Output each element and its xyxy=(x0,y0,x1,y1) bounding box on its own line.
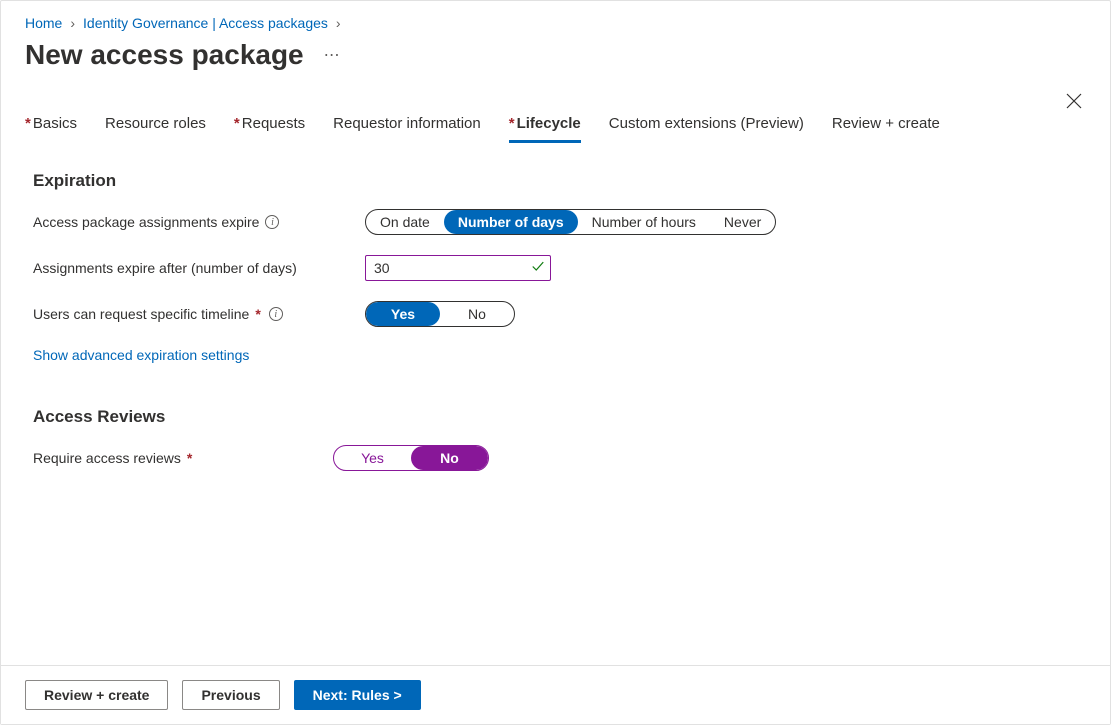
section-access-reviews-heading: Access Reviews xyxy=(33,407,1086,427)
tab-review-create[interactable]: Review + create xyxy=(832,115,940,143)
tab-label: Requests xyxy=(242,115,305,132)
review-create-button[interactable]: Review + create xyxy=(25,680,168,710)
label-text: Assignments expire after (number of days… xyxy=(33,260,297,276)
require-reviews-toggle: Yes No xyxy=(333,445,489,471)
field-label: Users can request specific timeline * i xyxy=(33,306,365,322)
previous-button[interactable]: Previous xyxy=(182,680,279,710)
tab-basics[interactable]: *Basics xyxy=(25,115,77,143)
option-no[interactable]: No xyxy=(411,446,488,470)
tab-label: Custom extensions (Preview) xyxy=(609,115,804,132)
tab-label: Basics xyxy=(33,115,77,132)
title-row: New access package ⋯ xyxy=(1,35,1110,71)
expire-mode-toggle: On date Number of days Number of hours N… xyxy=(365,209,776,235)
option-never[interactable]: Never xyxy=(710,210,775,234)
option-on-date[interactable]: On date xyxy=(366,210,444,234)
field-label: Require access reviews * xyxy=(33,450,333,466)
more-actions-button[interactable]: ⋯ xyxy=(320,41,346,69)
label-text: Access package assignments expire xyxy=(33,214,259,230)
tab-label: Review + create xyxy=(832,115,940,132)
chevron-right-icon: › xyxy=(70,15,75,31)
option-no[interactable]: No xyxy=(440,302,514,326)
tab-label: Requestor information xyxy=(333,115,481,132)
option-number-of-hours[interactable]: Number of hours xyxy=(578,210,710,234)
field-label: Assignments expire after (number of days… xyxy=(33,260,365,276)
field-timeline: Users can request specific timeline * i … xyxy=(33,301,1086,327)
required-mark: * xyxy=(234,115,240,132)
field-assignments-expire: Access package assignments expire i On d… xyxy=(33,209,1086,235)
field-label: Access package assignments expire i xyxy=(33,214,365,230)
section-expiration-heading: Expiration xyxy=(33,171,1086,191)
tab-resource-roles[interactable]: Resource roles xyxy=(105,115,206,143)
close-button[interactable] xyxy=(1066,93,1082,112)
expire-after-input[interactable] xyxy=(365,255,551,281)
label-text: Users can request specific timeline xyxy=(33,306,249,322)
tab-custom-extensions[interactable]: Custom extensions (Preview) xyxy=(609,115,804,143)
next-button[interactable]: Next: Rules > xyxy=(294,680,421,710)
breadcrumb-governance[interactable]: Identity Governance | Access packages xyxy=(83,15,328,31)
field-expire-after: Assignments expire after (number of days… xyxy=(33,255,1086,281)
option-yes[interactable]: Yes xyxy=(366,302,440,326)
show-advanced-link[interactable]: Show advanced expiration settings xyxy=(33,347,249,363)
tab-requests[interactable]: *Requests xyxy=(234,115,305,143)
info-icon[interactable]: i xyxy=(269,307,283,321)
option-number-of-days[interactable]: Number of days xyxy=(444,210,578,234)
required-mark: * xyxy=(509,115,515,132)
required-mark: * xyxy=(187,450,192,466)
tab-label: Lifecycle xyxy=(517,115,581,132)
option-yes[interactable]: Yes xyxy=(334,446,411,470)
tab-requestor-information[interactable]: Requestor information xyxy=(333,115,481,143)
required-mark: * xyxy=(25,115,31,132)
chevron-right-icon: › xyxy=(336,15,341,31)
timeline-toggle: Yes No xyxy=(365,301,515,327)
close-icon xyxy=(1066,93,1082,109)
content: Expiration Access package assignments ex… xyxy=(1,171,1110,471)
label-text: Require access reviews xyxy=(33,450,181,466)
info-icon[interactable]: i xyxy=(265,215,279,229)
tabs: *Basics Resource roles *Requests Request… xyxy=(1,71,1110,143)
field-require-reviews: Require access reviews * Yes No xyxy=(33,445,1086,471)
page-title: New access package xyxy=(25,39,304,71)
required-mark: * xyxy=(255,306,260,322)
expire-after-input-wrap xyxy=(365,255,551,281)
footer: Review + create Previous Next: Rules > xyxy=(1,665,1110,724)
tab-lifecycle[interactable]: *Lifecycle xyxy=(509,115,581,143)
breadcrumb: Home › Identity Governance | Access pack… xyxy=(1,1,1110,35)
check-icon xyxy=(531,260,545,277)
tab-label: Resource roles xyxy=(105,115,206,132)
breadcrumb-home[interactable]: Home xyxy=(25,15,62,31)
